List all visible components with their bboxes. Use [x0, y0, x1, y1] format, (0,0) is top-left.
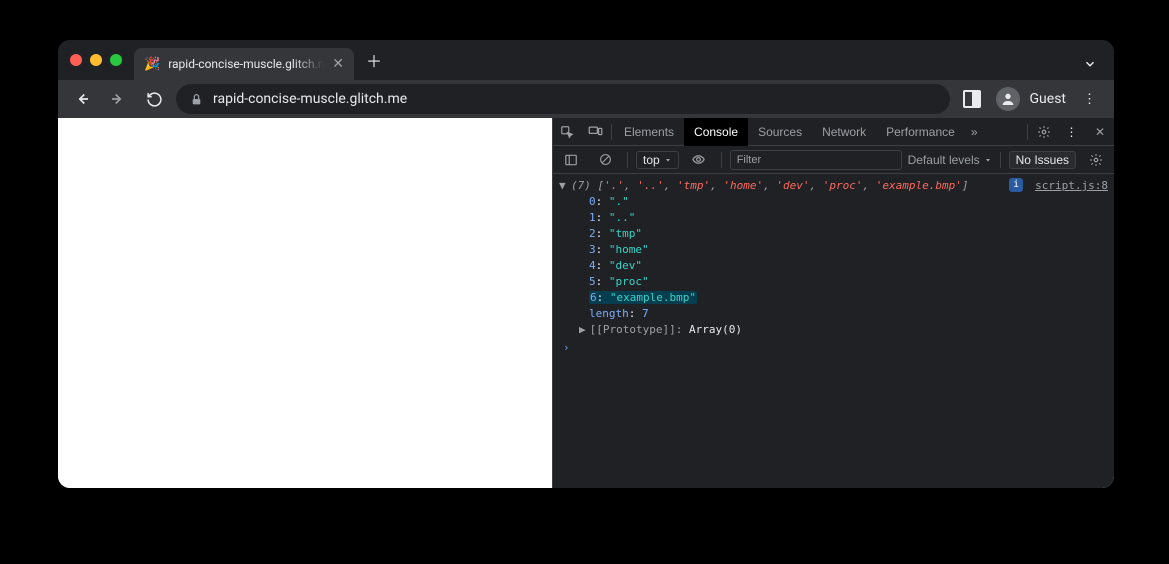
console-settings-button[interactable]	[1082, 147, 1110, 173]
tab-console[interactable]: Console	[684, 118, 748, 146]
console-sidebar-toggle[interactable]	[557, 147, 585, 173]
console-output: ▼ (7) ['.', '..', 'tmp', 'home', 'dev', …	[553, 174, 1114, 488]
devtools-panel: Elements Console Sources Network Perform…	[552, 118, 1114, 488]
tab-network[interactable]: Network	[812, 118, 876, 146]
kebab-icon: ⋮	[1083, 93, 1097, 106]
context-label: top	[643, 153, 660, 167]
maximize-window-button[interactable]	[110, 54, 122, 66]
tab-title: rapid-concise-muscle.glitch.me	[168, 57, 324, 71]
device-toolbar-button[interactable]	[581, 119, 609, 145]
tab-sources[interactable]: Sources	[748, 118, 812, 146]
address-bar[interactable]: rapid-concise-muscle.glitch.me	[176, 84, 950, 114]
length-value: 7	[642, 307, 649, 320]
content-area: Elements Console Sources Network Perform…	[58, 118, 1114, 488]
panel-icon	[963, 90, 981, 108]
issues-button[interactable]: No Issues	[1009, 151, 1076, 169]
console-filter-input[interactable]	[730, 150, 902, 170]
tab-search-button[interactable]	[1078, 52, 1102, 76]
console-toolbar: top Default levels No Issues	[553, 146, 1114, 174]
tab-strip: 🎉 rapid-concise-muscle.glitch.me ✕ ＋	[58, 40, 1114, 80]
url-text: rapid-concise-muscle.glitch.me	[213, 91, 407, 107]
devtools-menu-button[interactable]: ⋮	[1058, 119, 1086, 145]
live-expression-button[interactable]	[685, 147, 713, 173]
lock-icon	[190, 93, 203, 106]
console-prompt[interactable]: ›	[559, 338, 1108, 358]
forward-button[interactable]	[104, 85, 132, 113]
new-tab-button[interactable]: ＋	[360, 46, 388, 74]
profile-label: Guest	[1030, 91, 1066, 107]
array-summary: (7) ['.', '..', 'tmp', 'home', 'dev', 'p…	[571, 178, 1005, 194]
array-item-row[interactable]: 2: "tmp"	[559, 226, 1108, 242]
profile-avatar-button[interactable]	[996, 87, 1020, 111]
array-item-row[interactable]: 4: "dev"	[559, 258, 1108, 274]
log-levels-select[interactable]: Default levels	[908, 153, 992, 167]
prototype-row[interactable]: ▶[[Prototype]]: Array(0)	[559, 322, 1108, 338]
length-label: length	[589, 307, 629, 320]
browser-window: 🎉 rapid-concise-muscle.glitch.me ✕ ＋ rap…	[58, 40, 1114, 488]
more-tabs-button[interactable]: »	[965, 125, 984, 139]
minimize-window-button[interactable]	[90, 54, 102, 66]
proto-label: [[Prototype]]	[590, 323, 676, 336]
reload-button[interactable]	[140, 85, 168, 113]
source-link[interactable]: script.js:8	[1023, 178, 1108, 194]
close-tab-button[interactable]: ✕	[332, 57, 344, 71]
console-log-entry[interactable]: ▼ (7) ['.', '..', 'tmp', 'home', 'dev', …	[559, 178, 1108, 194]
browser-tab[interactable]: 🎉 rapid-concise-muscle.glitch.me ✕	[134, 48, 354, 80]
proto-value: Array(0)	[689, 323, 742, 336]
array-item-row[interactable]: 6: "example.bmp"	[559, 290, 1108, 306]
array-length-row: length: 7	[559, 306, 1108, 322]
array-item-row[interactable]: 0: "."	[559, 194, 1108, 210]
collapse-icon[interactable]: ▼	[559, 178, 569, 194]
window-controls	[70, 54, 122, 66]
tab-performance[interactable]: Performance	[876, 118, 965, 146]
array-item-row[interactable]: 5: "proc"	[559, 274, 1108, 290]
tab-elements[interactable]: Elements	[614, 118, 684, 146]
info-icon[interactable]: i	[1009, 178, 1023, 192]
devtools-tabbar: Elements Console Sources Network Perform…	[553, 118, 1114, 146]
page-viewport[interactable]	[58, 118, 552, 488]
array-item-row[interactable]: 3: "home"	[559, 242, 1108, 258]
toolbar-right: Guest ⋮	[958, 85, 1104, 113]
array-entries: 0: "."1: ".."2: "tmp"3: "home"4: "dev"5:…	[559, 194, 1108, 306]
clear-console-button[interactable]	[591, 147, 619, 173]
devtools-close-button[interactable]: ✕	[1086, 119, 1114, 145]
inspect-element-button[interactable]	[553, 119, 581, 145]
back-button[interactable]	[68, 85, 96, 113]
side-panel-button[interactable]	[958, 85, 986, 113]
tab-favicon-icon: 🎉	[144, 57, 160, 72]
browser-toolbar: rapid-concise-muscle.glitch.me Guest ⋮	[58, 80, 1114, 118]
browser-menu-button[interactable]: ⋮	[1076, 85, 1104, 113]
devtools-settings-button[interactable]	[1030, 119, 1058, 145]
array-item-row[interactable]: 1: ".."	[559, 210, 1108, 226]
expand-icon[interactable]: ▶	[579, 323, 586, 336]
levels-label: Default levels	[908, 153, 980, 167]
close-window-button[interactable]	[70, 54, 82, 66]
execution-context-select[interactable]: top	[636, 151, 679, 169]
